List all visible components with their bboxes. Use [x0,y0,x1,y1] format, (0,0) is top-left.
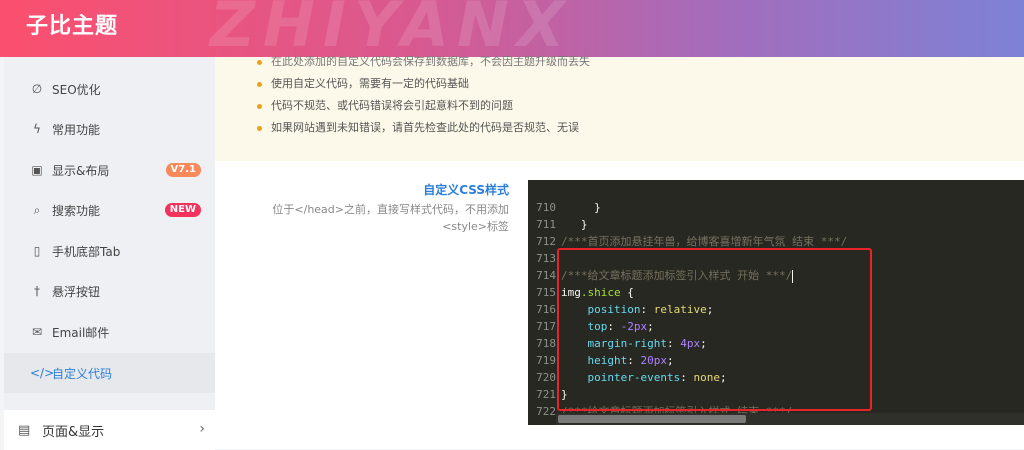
sidebar-item-label: 常用功能 [52,122,101,137]
field-title: 自定义CSS样式 [423,183,509,197]
header-watermark: ZHIYANX [210,0,573,57]
sidebar-item-label: Email邮件 [52,325,110,340]
code-line: 712/***首页添加悬挂年兽，给博客喜增新年气氛 结束 ***/ [536,235,848,248]
bolt-icon: ϟ [33,122,41,136]
sidebar-item-email[interactable]: ✉ Email邮件 [4,312,215,352]
layout-icon: ▣ [31,163,43,177]
sidebar-item-label: SEO优化 [52,82,101,97]
code-line: 711 } [536,218,588,231]
seo-icon: ∅ [31,82,43,96]
search-icon: ⌕ [33,202,41,217]
code-icon: </> [30,366,55,380]
sidebar-group-label: 页面&显示 [42,424,105,440]
mobile-icon: ▯ [33,244,41,258]
scrollbar-thumb[interactable] [558,415,746,423]
sidebar-item-seo[interactable]: ∅ SEO优化 [4,69,215,109]
site-title: 子比主题 [26,14,119,39]
sidebar-item-custom-code[interactable]: </> 自定义代码 [4,353,215,393]
sidebar-item-search[interactable]: ⌕ 搜索功能 NEW [4,190,215,230]
sidebar-item-label: 显示&布局 [52,163,110,178]
sidebar-item-label: 手机底部Tab [52,244,121,259]
code-line: 710 } [536,201,601,214]
sidebar-item-label: 悬浮按钮 [52,284,101,299]
mail-icon: ✉ [31,325,43,339]
chevron-right-icon: › [199,421,205,437]
field-description: 位于</head>之前，直接写样式代码，不用添加<style>标签 [272,203,509,233]
page-icon: ▤ [18,422,31,438]
version-badge: V7.1 [165,163,201,177]
new-badge: NEW [164,203,201,217]
notice-item: 如果网站遇到未知错误，请首先检查此处的代码是否规范、无误 [257,117,590,139]
sidebar-item-label: 自定义代码 [52,366,113,381]
highlight-annotation-box [557,248,872,411]
horizontal-scrollbar[interactable] [556,413,1024,425]
sidebar-submenu: ∅ SEO优化 ϟ 常用功能 ▣ 显示&布局 V7.1 ⌕ 搜索功能 NEW ▯… [4,57,215,410]
notice-item: 在此处添加的自定义代码会保存到数据库，不会因主题升级而丢失 [257,56,590,73]
sidebar: ∅ SEO优化 ϟ 常用功能 ▣ 显示&布局 V7.1 ⌕ 搜索功能 NEW ▯… [0,57,215,450]
sidebar-item-mobile-tab[interactable]: ▯ 手机底部Tab [4,231,215,271]
sidebar-item-label: 搜索功能 [52,203,101,218]
sidebar-item-common[interactable]: ϟ 常用功能 [4,109,215,149]
notice-panel: 在此处添加的自定义代码会保存到数据库，不会因主题升级而丢失 使用自定义代码，需要… [215,56,1024,161]
sidebar-item-layout[interactable]: ▣ 显示&布局 V7.1 [4,150,215,190]
app-header: 子比主题 ZHIYANX [0,0,1024,57]
notice-item: 使用自定义代码，需要有一定的代码基础 [257,73,590,95]
pin-icon: † [34,284,40,298]
sidebar-group-page-display[interactable]: ▤ 页面&显示 › [4,410,215,450]
sidebar-item-float-button[interactable]: † 悬浮按钮 [4,271,215,311]
notice-item: 代码不规范、或代码错误将会引起意料不到的问题 [257,95,590,117]
